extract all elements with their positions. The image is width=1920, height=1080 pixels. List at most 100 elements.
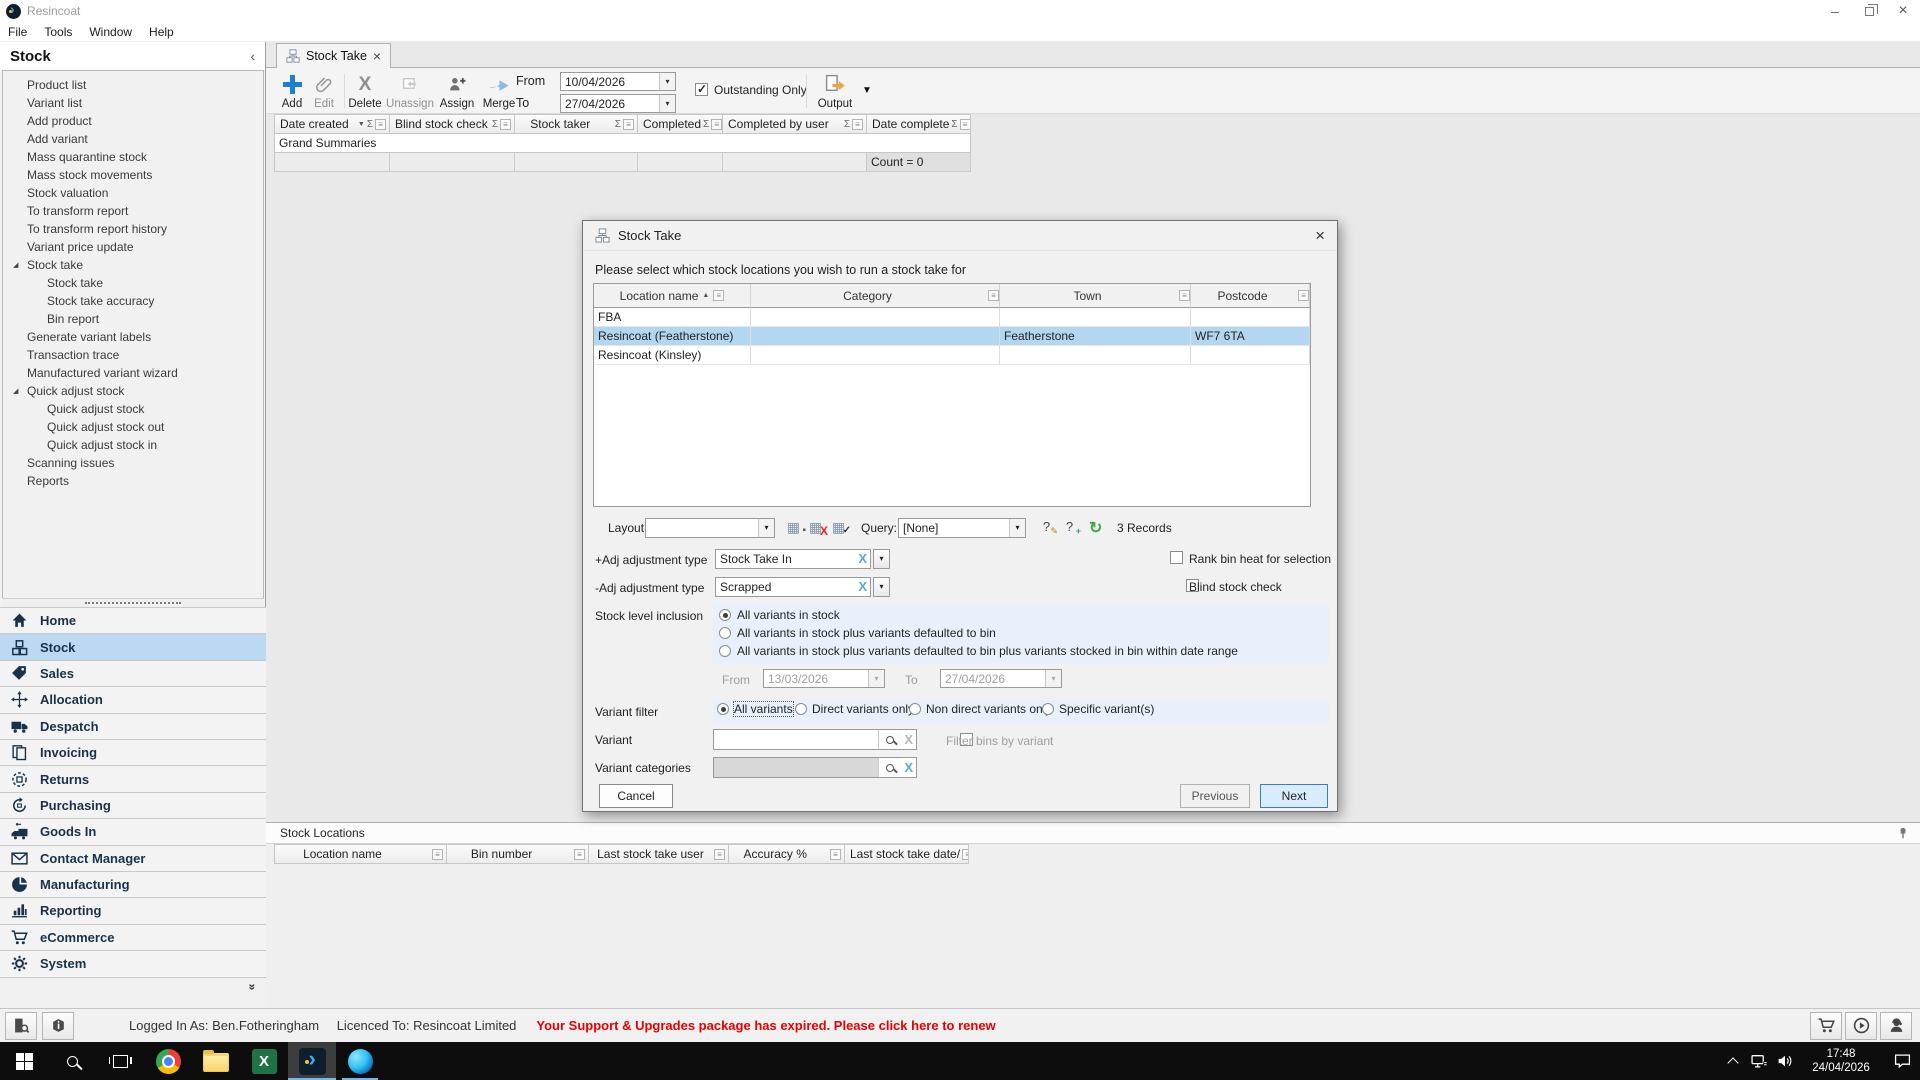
- sum-icon[interactable]: [844, 119, 850, 130]
- excel-button[interactable]: X: [240, 1042, 288, 1080]
- sidebar-tree-item[interactable]: Variant price update: [3, 238, 263, 256]
- minimize-button[interactable]: [1818, 0, 1852, 22]
- sidebar-tree-item[interactable]: Manufactured variant wizard: [3, 364, 263, 382]
- clear-icon[interactable]: [855, 578, 870, 596]
- filter-icon[interactable]: [852, 118, 863, 130]
- taskbar-clock[interactable]: 17:48 24/04/2026: [1806, 1047, 1876, 1075]
- pin-icon[interactable]: [1896, 826, 1910, 840]
- action-center-button[interactable]: [1884, 1042, 1920, 1080]
- search-icon[interactable]: [878, 758, 902, 777]
- info-button[interactable]: [42, 1011, 74, 1040]
- sidebar-tree-item[interactable]: To transform report history: [3, 220, 263, 238]
- volume-button[interactable]: [1772, 1042, 1798, 1080]
- column-header-postcode[interactable]: Postcode: [1191, 284, 1310, 308]
- sidebar-module[interactable]: Returns: [0, 765, 266, 791]
- outstanding-only-checkbox[interactable]: [695, 82, 708, 96]
- support-expired-link[interactable]: Your Support & Upgrades package has expi…: [536, 1018, 995, 1033]
- logout-button[interactable]: [5, 1011, 37, 1040]
- menu-window[interactable]: Window: [89, 25, 132, 39]
- adj-plus-field[interactable]: Stock Take In: [715, 549, 871, 569]
- sidebar-module[interactable]: eCommerce: [0, 923, 266, 950]
- refresh-icon[interactable]: [1089, 518, 1102, 538]
- filter-icon[interactable]: [714, 848, 725, 860]
- sidebar-tree-item[interactable]: Quick adjust stock in: [3, 436, 263, 454]
- cart-button[interactable]: [1810, 1011, 1842, 1040]
- clear-icon[interactable]: [901, 731, 916, 749]
- column-header-date-created[interactable]: Date created: [275, 115, 390, 134]
- sidebar-tree-item[interactable]: Transaction trace: [3, 346, 263, 364]
- chrome-button[interactable]: [144, 1042, 192, 1080]
- filter-icon[interactable]: [987, 290, 999, 301]
- edit-button[interactable]: Edit: [308, 70, 340, 112]
- clear-icon[interactable]: [901, 759, 916, 777]
- sidebar-tree-item[interactable]: Stock take accuracy: [3, 292, 263, 310]
- assign-button[interactable]: Assign: [436, 70, 478, 112]
- radio-icon[interactable]: [909, 703, 921, 715]
- layout-combo[interactable]: [645, 518, 775, 538]
- to-date-dropdown-icon[interactable]: [659, 95, 675, 112]
- sidebar-tree-item[interactable]: To transform report: [3, 202, 263, 220]
- filter-icon[interactable]: [711, 118, 722, 130]
- edge-button[interactable]: [336, 1042, 384, 1080]
- sidebar-tree-item[interactable]: Stock valuation: [3, 184, 263, 202]
- to-date-field[interactable]: 27/04/2026: [560, 94, 676, 113]
- filter-icon[interactable]: [1297, 290, 1309, 301]
- sidebar-tree-item[interactable]: Quick adjust stock: [3, 382, 263, 400]
- query-dropdown-icon[interactable]: [1009, 519, 1025, 537]
- task-view-button[interactable]: [96, 1042, 144, 1080]
- filter-icon[interactable]: [713, 290, 725, 301]
- filter-icon[interactable]: [500, 118, 511, 130]
- tab-close-icon[interactable]: [373, 48, 381, 64]
- edit-query-icon[interactable]: ? ✎: [1037, 518, 1058, 537]
- adj-minus-dropdown-icon[interactable]: [873, 577, 890, 597]
- sidebar-module[interactable]: Contact Manager: [0, 844, 266, 871]
- sidebar-module[interactable]: Stock: [0, 633, 266, 660]
- network-button[interactable]: [1746, 1042, 1772, 1080]
- column-header-last-stock-take-user[interactable]: Last stock take user: [589, 845, 729, 864]
- radio-option[interactable]: Non direct variants only: [909, 702, 1051, 716]
- filter-icon[interactable]: [375, 118, 386, 130]
- radio-option[interactable]: All variants in stock: [719, 606, 1329, 624]
- column-header-completed-by-user[interactable]: Completed by user: [723, 115, 867, 134]
- from-date-dropdown-icon[interactable]: [659, 73, 675, 90]
- filter-icon[interactable]: [431, 848, 443, 860]
- sidebar-tree-item[interactable]: Quick adjust stock: [3, 400, 263, 418]
- radio-selected-icon[interactable]: [719, 609, 731, 621]
- output-button[interactable]: Output: [812, 70, 858, 112]
- merge-button[interactable]: Merge: [478, 70, 520, 112]
- sidebar-module[interactable]: Reporting: [0, 897, 266, 923]
- clear-icon[interactable]: [855, 550, 870, 568]
- sidebar-tree-item[interactable]: Product list: [3, 76, 263, 94]
- hidden-icons-button[interactable]: [1720, 1042, 1746, 1080]
- sidebar-tree-item[interactable]: Generate variant labels: [3, 328, 263, 346]
- adj-plus-dropdown-icon[interactable]: [873, 549, 890, 569]
- unassign-button[interactable]: Unassign: [384, 70, 436, 112]
- column-header-town[interactable]: Town: [1000, 284, 1191, 308]
- sidebar-tree-item[interactable]: Variant list: [3, 94, 263, 112]
- sidebar-tree-item[interactable]: Add variant: [3, 130, 263, 148]
- radio-option[interactable]: Specific variant(s): [1042, 702, 1154, 716]
- variant-search-field[interactable]: [713, 729, 917, 750]
- column-header-blind-stock-check[interactable]: Blind stock check: [390, 115, 515, 134]
- filter-icon[interactable]: [1178, 290, 1190, 301]
- sidebar-module[interactable]: Home: [0, 607, 266, 633]
- radio-option[interactable]: All variants: [717, 701, 794, 717]
- query-combo[interactable]: [None]: [898, 518, 1026, 538]
- filter-icon[interactable]: [962, 848, 968, 860]
- sidebar-tree-item[interactable]: Stock take: [3, 274, 263, 292]
- sidebar-tree-item[interactable]: Reports: [3, 472, 263, 490]
- table-row[interactable]: Resincoat (Kinsley): [594, 346, 1310, 365]
- sidebar-module[interactable]: System: [0, 950, 266, 976]
- sidebar-tree-item[interactable]: Stock take: [3, 256, 263, 274]
- menu-help[interactable]: Help: [149, 25, 174, 39]
- add-button[interactable]: Add: [276, 70, 308, 112]
- filter-icon[interactable]: [574, 848, 585, 860]
- file-explorer-button[interactable]: [192, 1042, 240, 1080]
- dialog-close-icon[interactable]: [1315, 226, 1325, 246]
- filter-icon[interactable]: [959, 118, 970, 130]
- resincoat-app-button[interactable]: [288, 1042, 336, 1080]
- sidebar-module[interactable]: Goods In: [0, 818, 266, 844]
- menu-file[interactable]: File: [8, 25, 27, 39]
- search-icon[interactable]: [878, 730, 902, 749]
- tab-stock-take[interactable]: Stock Take: [276, 43, 392, 68]
